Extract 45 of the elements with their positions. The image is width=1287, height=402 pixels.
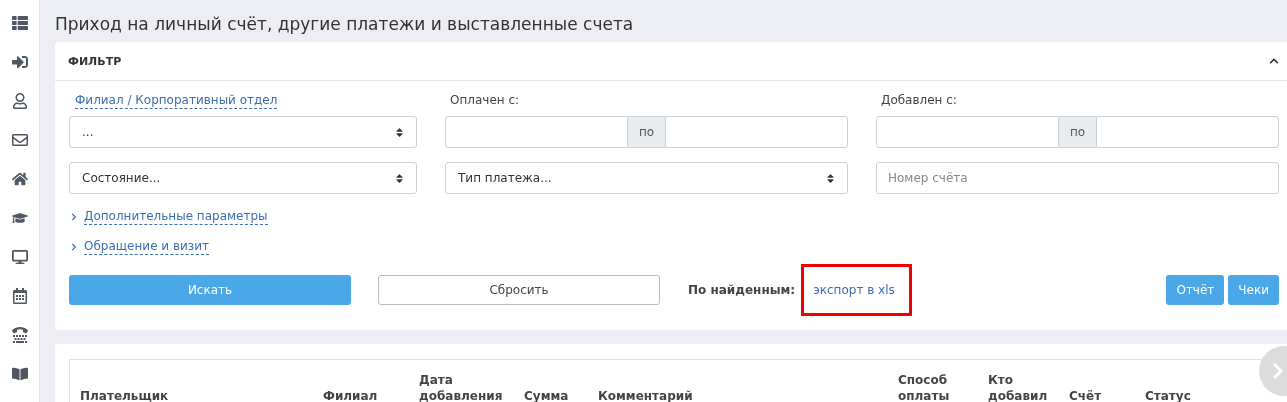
sort-arrows-icon [394, 172, 405, 184]
added-label: Добавлен с: [881, 93, 958, 109]
column-header: Счёт [1069, 388, 1103, 402]
user-icon[interactable] [11, 93, 28, 109]
calendar-icon[interactable] [11, 288, 28, 304]
column-header: Сумма [524, 388, 570, 402]
column-header: Дата добавления [419, 372, 504, 402]
date-from-field[interactable] [876, 116, 1059, 148]
chevron-up-icon[interactable] [1269, 56, 1279, 66]
paid-label: Оплачен с: [450, 93, 521, 109]
page-title: Приход на личный счёт, другие платежи и выставленные счета [55, 14, 635, 34]
column-header: Способ оплаты [898, 372, 951, 402]
list-icon[interactable] [11, 15, 28, 31]
date-from-field[interactable] [445, 116, 628, 148]
book-icon[interactable] [11, 366, 28, 382]
chevron-right-icon[interactable] [70, 243, 78, 251]
reset-button[interactable]: Сбросить [378, 275, 660, 305]
state-select[interactable]: Состояние... [69, 162, 417, 194]
telephone-icon[interactable] [11, 327, 28, 343]
home-icon[interactable] [11, 171, 28, 187]
branch-link[interactable]: Филиал / Корпоративный отдел [75, 93, 278, 109]
found-label: По найденным: [688, 283, 796, 297]
sort-arrows-icon [825, 172, 836, 184]
column-header: Кто добавил [988, 372, 1049, 402]
column-header: Комментарий [598, 388, 694, 402]
date-to-field[interactable] [665, 116, 848, 148]
date-separator: по [628, 116, 665, 148]
payment-type-select[interactable]: Тип платежа... [445, 162, 848, 194]
envelope-icon[interactable] [11, 132, 28, 148]
date-separator: по [1059, 116, 1096, 148]
toggle-link[interactable]: Дополнительные параметры [84, 209, 268, 225]
column-header: Статус [1145, 388, 1192, 402]
date-to-field[interactable] [1096, 116, 1279, 148]
sort-arrows-icon [394, 126, 405, 138]
toggle-link[interactable]: Обращение и визит [84, 239, 209, 255]
sign-in-icon[interactable] [11, 54, 28, 70]
panel-title: ФИЛЬТР [68, 54, 122, 68]
column-header: Филиал [323, 388, 379, 402]
invoice-field[interactable]: Номер счёта [876, 162, 1279, 194]
branch-select[interactable]: ... [69, 116, 417, 148]
graduation-cap-icon[interactable] [11, 210, 28, 226]
column-header: Плательщик [80, 388, 170, 402]
chevron-right-icon[interactable] [70, 213, 78, 221]
monitor-icon[interactable] [11, 249, 28, 265]
export-link[interactable]: экспорт в xls [813, 283, 895, 297]
